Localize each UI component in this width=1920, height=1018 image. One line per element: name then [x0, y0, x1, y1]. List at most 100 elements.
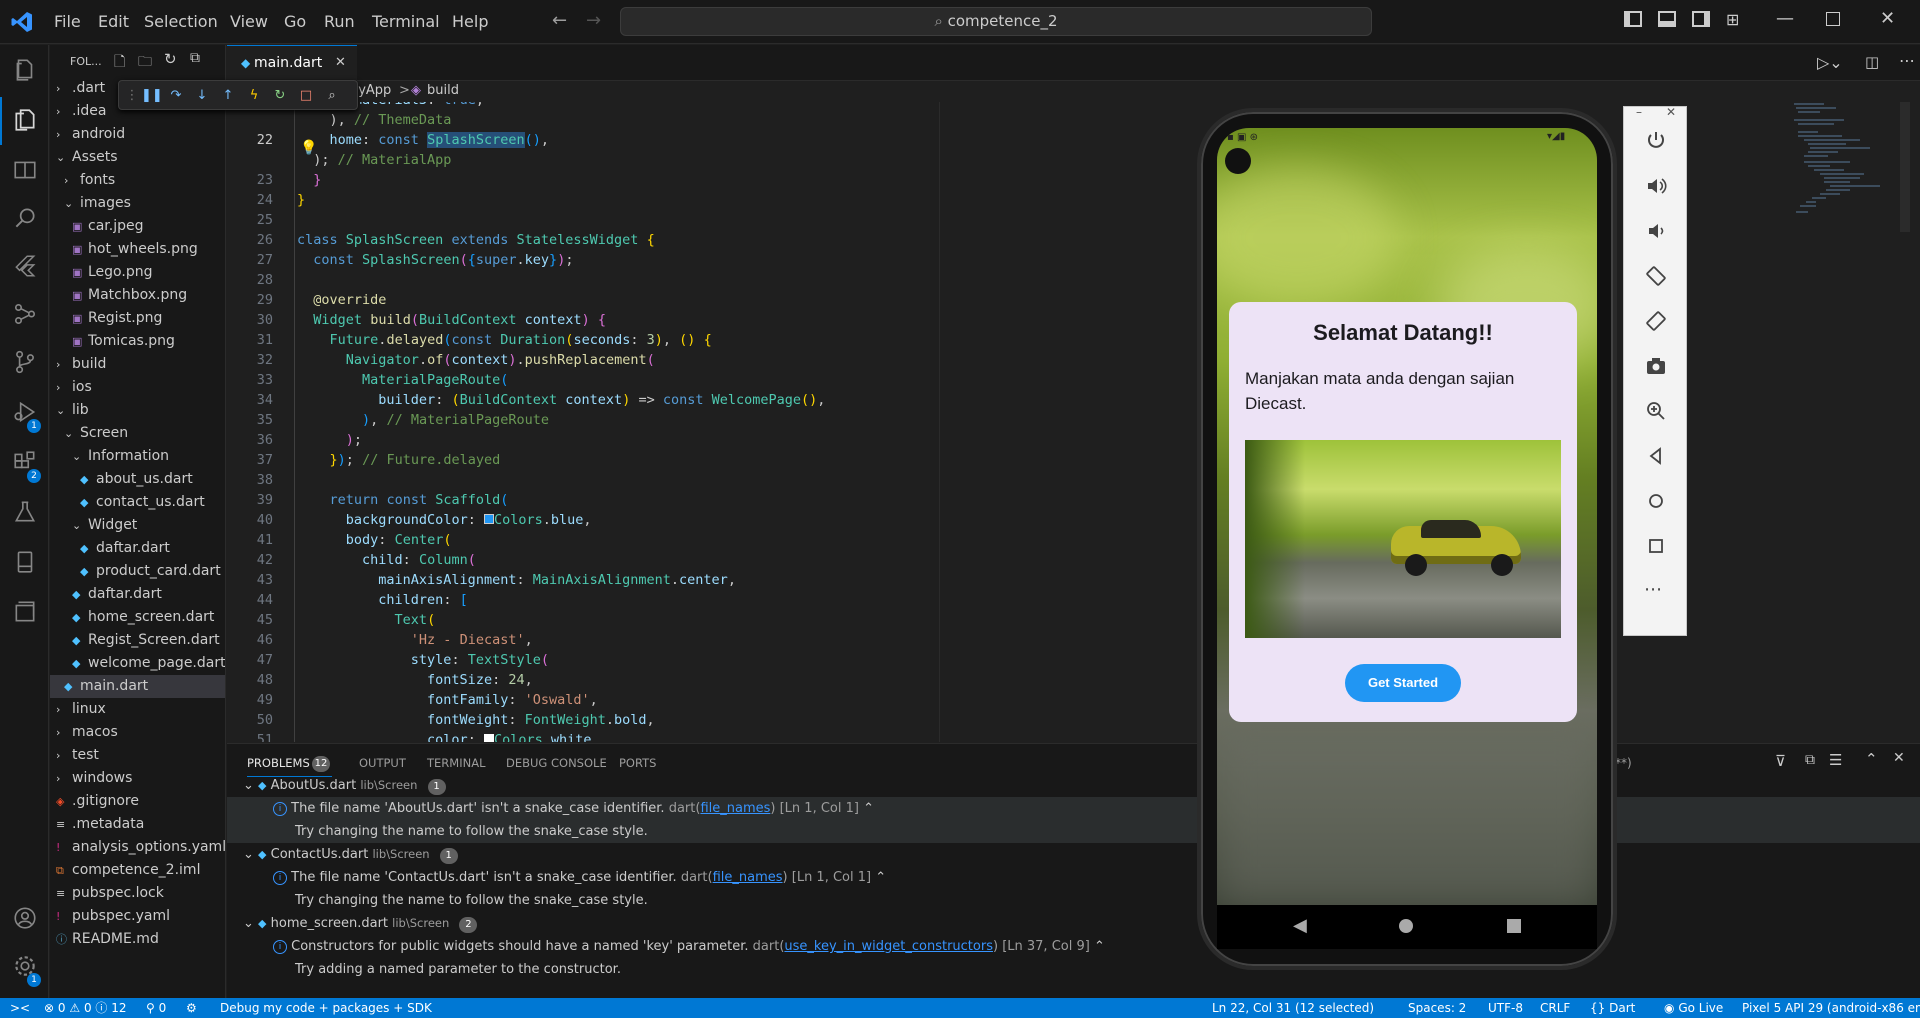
maximize-panel-icon[interactable]: ⌃	[1865, 750, 1878, 768]
tab-main-dart[interactable]: ◆ main.dart ✕	[227, 45, 357, 81]
filter-icon[interactable]: ⊽	[1775, 752, 1786, 770]
indentation[interactable]: Spaces: 2	[1408, 998, 1466, 1018]
problem-rule-link[interactable]: file_names	[713, 870, 783, 885]
problem-item[interactable]: i The file name 'ContactUs.dart' isn't a…	[227, 866, 1920, 889]
debug-config[interactable]: Debug my code + packages + SDK	[220, 998, 432, 1018]
line-ending[interactable]: CRLF	[1540, 998, 1570, 1018]
problems-status[interactable]: ⊗ 0 ⚠ 0 ⓘ 12	[44, 998, 127, 1018]
tree-folder[interactable]: › macos	[50, 721, 225, 744]
ports-status[interactable]: ⚲ 0	[146, 998, 166, 1018]
flutter-icon[interactable]	[12, 253, 38, 279]
run-debug-dropdown-icon[interactable]: ▷⌄	[1817, 53, 1843, 72]
tree-folder[interactable]: › windows	[50, 767, 225, 790]
drag-handle-icon[interactable]: ⋮	[123, 87, 141, 105]
tree-file[interactable]: ◆ Regist_Screen.dart	[50, 629, 225, 652]
accounts-icon[interactable]	[12, 905, 38, 931]
menu-selection[interactable]: Selection	[144, 12, 218, 31]
minimap[interactable]	[1790, 102, 1910, 232]
menu-edit[interactable]: Edit	[98, 12, 129, 31]
rotate-left-icon[interactable]	[1644, 264, 1668, 288]
minimize-window-icon[interactable]: —	[1776, 8, 1794, 29]
tree-folder[interactable]: ⌄ images	[50, 192, 225, 215]
tree-folder[interactable]: ⌄ Assets	[50, 146, 225, 169]
tree-folder[interactable]: ⌄ Widget	[50, 514, 225, 537]
search-icon[interactable]	[12, 205, 38, 231]
problem-item[interactable]: i Constructors for public widgets should…	[227, 935, 1920, 958]
tree-file[interactable]: ◈ .gitignore	[50, 790, 225, 813]
volume-up-icon[interactable]	[1644, 174, 1668, 198]
restart-icon[interactable]: ↻	[271, 87, 289, 105]
camera-screenshot-icon[interactable]	[1644, 354, 1668, 378]
stop-icon[interactable]: □	[297, 87, 315, 105]
explorer-files-icon[interactable]	[12, 57, 38, 83]
android-recents-icon[interactable]	[1507, 919, 1521, 933]
panel-tab-ports[interactable]: PORTS	[619, 756, 656, 770]
go-live[interactable]: ◉ Go Live	[1664, 998, 1723, 1018]
inspect-widget-icon[interactable]: ⌕	[323, 87, 341, 105]
problem-file-group[interactable]: ⌄ ◆ ContactUs.dart lib\Screen 1	[227, 843, 1920, 866]
restore-window-icon[interactable]	[1826, 12, 1840, 26]
problems-filter-input[interactable]: **)	[1615, 756, 1632, 770]
split-editor-icon[interactable]: ◫	[1865, 53, 1879, 71]
volume-down-icon[interactable]	[1644, 219, 1668, 243]
tree-file[interactable]: ◆ daftar.dart	[50, 537, 225, 560]
tree-folder[interactable]: › ios	[50, 376, 225, 399]
power-icon[interactable]	[1644, 129, 1668, 153]
debug-icon[interactable]: ⚙	[186, 998, 197, 1018]
new-folder-icon[interactable]: 🗀	[138, 51, 152, 75]
pause-icon[interactable]: ❚❚	[141, 87, 163, 105]
zoom-icon[interactable]	[1644, 399, 1668, 423]
emu-overview-icon[interactable]	[1644, 534, 1668, 558]
step-into-icon[interactable]: ↓	[193, 87, 211, 105]
refresh-icon[interactable]: ↻	[164, 50, 177, 68]
problem-item[interactable]: i The file name 'AboutUs.dart' isn't a s…	[227, 797, 1920, 820]
emu-close-icon[interactable]: ✕	[1666, 105, 1676, 119]
close-tab-icon[interactable]: ✕	[335, 46, 346, 80]
breadcrumb-build[interactable]: build	[427, 83, 459, 98]
emu-back-icon[interactable]	[1644, 444, 1668, 468]
hot-reload-icon[interactable]: ϟ	[245, 87, 263, 105]
problem-file-group[interactable]: ⌄ ◆ home_screen.dart lib\Screen 2	[227, 912, 1920, 935]
toggle-primary-sidebar-icon[interactable]	[1624, 11, 1642, 27]
menu-terminal[interactable]: Terminal	[372, 12, 440, 31]
menu-view[interactable]: View	[230, 12, 268, 31]
tree-file[interactable]: ▣ car.jpeg	[50, 215, 225, 238]
menu-help[interactable]: Help	[452, 12, 488, 31]
emu-home-icon[interactable]	[1644, 489, 1668, 513]
android-home-icon[interactable]	[1399, 919, 1413, 933]
stack-icon[interactable]	[12, 599, 38, 625]
language-mode[interactable]: {} Dart	[1590, 998, 1635, 1018]
tree-file[interactable]: ◆ about_us.dart	[50, 468, 225, 491]
menu-file[interactable]: File	[54, 12, 81, 31]
remote-indicator[interactable]: ><	[10, 998, 30, 1018]
collapse-all-icon[interactable]: ⧉	[190, 50, 200, 66]
tree-file[interactable]: ! analysis_options.yaml	[50, 836, 225, 859]
menu-run[interactable]: Run	[324, 12, 355, 31]
tree-file[interactable]: ▣ Tomicas.png	[50, 330, 225, 353]
tree-folder[interactable]: › linux	[50, 698, 225, 721]
panel-tab-terminal[interactable]: TERMINAL	[427, 756, 485, 770]
get-started-button[interactable]: Get Started	[1345, 664, 1461, 702]
close-panel-icon[interactable]: ✕	[1893, 750, 1905, 766]
emu-minimize-icon[interactable]: –	[1636, 105, 1642, 119]
tree-file[interactable]: ≡ pubspec.lock	[50, 882, 225, 905]
tree-file[interactable]: ▣ Lego.png	[50, 261, 225, 284]
tree-file[interactable]: ▣ Regist.png	[50, 307, 225, 330]
panel-tab-debug-console[interactable]: DEBUG CONSOLE	[506, 756, 607, 770]
panel-tab-problems[interactable]: PROBLEMS	[247, 756, 310, 770]
tree-file[interactable]: ▣ hot_wheels.png	[50, 238, 225, 261]
explorer-icon[interactable]	[12, 107, 38, 133]
tree-file[interactable]: ⧉ competence_2.iml	[50, 859, 225, 882]
back-arrow-icon[interactable]: ←	[552, 10, 567, 31]
tree-folder[interactable]: ⌄ lib	[50, 399, 225, 422]
chevron-up-icon[interactable]: ⌃	[875, 870, 886, 885]
device-icon[interactable]	[12, 549, 38, 575]
tree-file[interactable]: ◆ home_screen.dart	[50, 606, 225, 629]
toggle-panel-icon[interactable]	[1658, 11, 1676, 27]
tree-file[interactable]: ! pubspec.yaml	[50, 905, 225, 928]
toggle-secondary-sidebar-icon[interactable]	[1692, 11, 1710, 27]
tree-folder[interactable]: › android	[50, 123, 225, 146]
encoding[interactable]: UTF-8	[1488, 998, 1523, 1018]
tree-file[interactable]: ◆ daftar.dart	[50, 583, 225, 606]
close-window-icon[interactable]: ✕	[1880, 8, 1895, 29]
